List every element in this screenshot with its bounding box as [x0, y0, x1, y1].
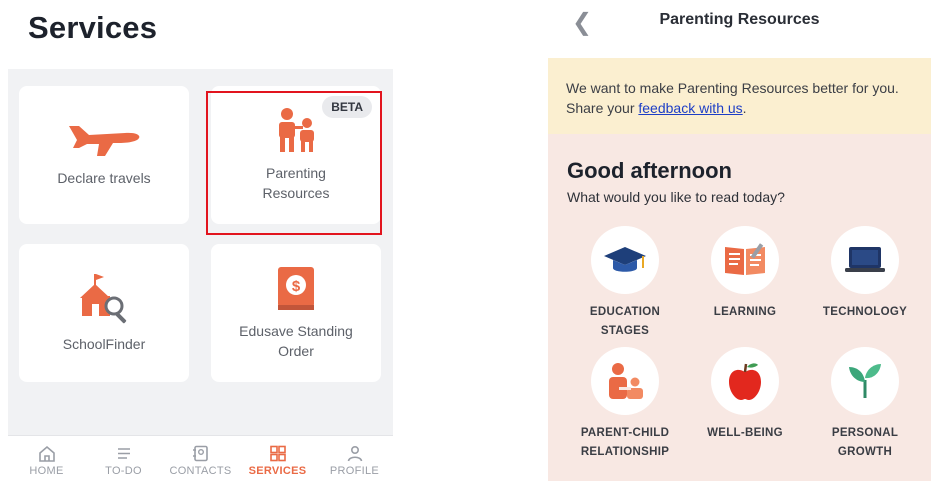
- tab-contacts[interactable]: CONTACTS: [165, 436, 237, 481]
- tab-label: HOME: [29, 465, 64, 477]
- person-icon: [347, 445, 362, 462]
- greeting: Good afternoon: [567, 158, 732, 183]
- selection-highlight: [206, 91, 382, 235]
- category-label: PARENT-CHILD RELATIONSHIP: [580, 427, 670, 458]
- page-title: Services: [28, 10, 158, 45]
- graduation-cap-icon: [604, 247, 646, 272]
- tab-home[interactable]: HOME: [11, 436, 83, 481]
- category-icon-circle: [711, 226, 779, 294]
- svg-text:$: $: [292, 278, 301, 295]
- laptop-icon: [845, 247, 885, 272]
- banner-text-end: .: [742, 100, 747, 116]
- edusave-standing-order-tile[interactable]: $ Edusave Standing Order: [211, 244, 381, 382]
- apple-icon: [729, 363, 761, 400]
- book-icon: [725, 243, 765, 275]
- category-icon-circle: [831, 347, 899, 415]
- tile-label: Edusave Standing Order: [239, 323, 353, 359]
- category-label: PERSONAL GROWTH: [831, 427, 899, 458]
- category-icon-circle: [591, 347, 659, 415]
- content-area: Good afternoon What would you like to re…: [548, 134, 931, 481]
- parenting-resources-screen: ❮ Parenting Resources We want to make Pa…: [548, 0, 931, 481]
- tab-services[interactable]: SERVICES: [242, 436, 314, 481]
- school-search-icon: [80, 274, 127, 324]
- tile-label: SchoolFinder: [62, 336, 146, 352]
- feedback-banner: We want to make Parenting Resources bett…: [548, 58, 931, 134]
- schoolfinder-tile[interactable]: SchoolFinder: [19, 244, 189, 382]
- category-icon-circle: [711, 347, 779, 415]
- header: ❮ Parenting Resources: [548, 0, 931, 50]
- bottom-tab-bar: HOME TO-DO CONTACTS SERVICES PROFILE: [8, 435, 393, 481]
- services-screen: Services Declare travels BETA Parenting …: [0, 0, 395, 481]
- feedback-link[interactable]: feedback with us: [638, 100, 742, 116]
- category-label: LEARNING: [713, 306, 777, 318]
- tile-label: Declare travels: [57, 170, 151, 186]
- tab-label: SERVICES: [248, 465, 307, 477]
- category-education-stages[interactable]: EDUCATION STAGES: [565, 226, 685, 341]
- grid-icon: [269, 445, 286, 462]
- category-icon-circle: [831, 226, 899, 294]
- parent-child-icon: [609, 363, 643, 399]
- tab-label: CONTACTS: [169, 465, 232, 477]
- category-well-being[interactable]: WELL-BEING: [685, 347, 805, 443]
- category-label: TECHNOLOGY: [822, 306, 908, 318]
- airplane-icon: [69, 126, 140, 156]
- tab-label: PROFILE: [329, 465, 380, 477]
- page-title: Parenting Resources: [659, 11, 820, 28]
- category-parent-child-relationship[interactable]: PARENT-CHILD RELATIONSHIP: [565, 347, 685, 462]
- tab-profile[interactable]: PROFILE: [319, 436, 391, 481]
- tab-label: TO-DO: [105, 465, 142, 477]
- declare-travels-tile[interactable]: Declare travels: [19, 86, 189, 224]
- category-personal-growth[interactable]: PERSONAL GROWTH: [805, 347, 925, 462]
- category-technology[interactable]: TECHNOLOGY: [805, 226, 925, 322]
- category-label: EDUCATION STAGES: [589, 306, 661, 337]
- sprout-icon: [849, 364, 881, 398]
- dollar-book-icon: $: [278, 267, 314, 310]
- prompt: What would you like to read today?: [567, 189, 785, 205]
- home-icon: [38, 445, 55, 462]
- category-icon-circle: [591, 226, 659, 294]
- category-learning[interactable]: LEARNING: [685, 226, 805, 322]
- category-label: WELL-BEING: [707, 427, 783, 439]
- contacts-icon: [192, 445, 208, 462]
- tab-to-do[interactable]: TO-DO: [88, 436, 160, 481]
- list-icon: [117, 448, 130, 459]
